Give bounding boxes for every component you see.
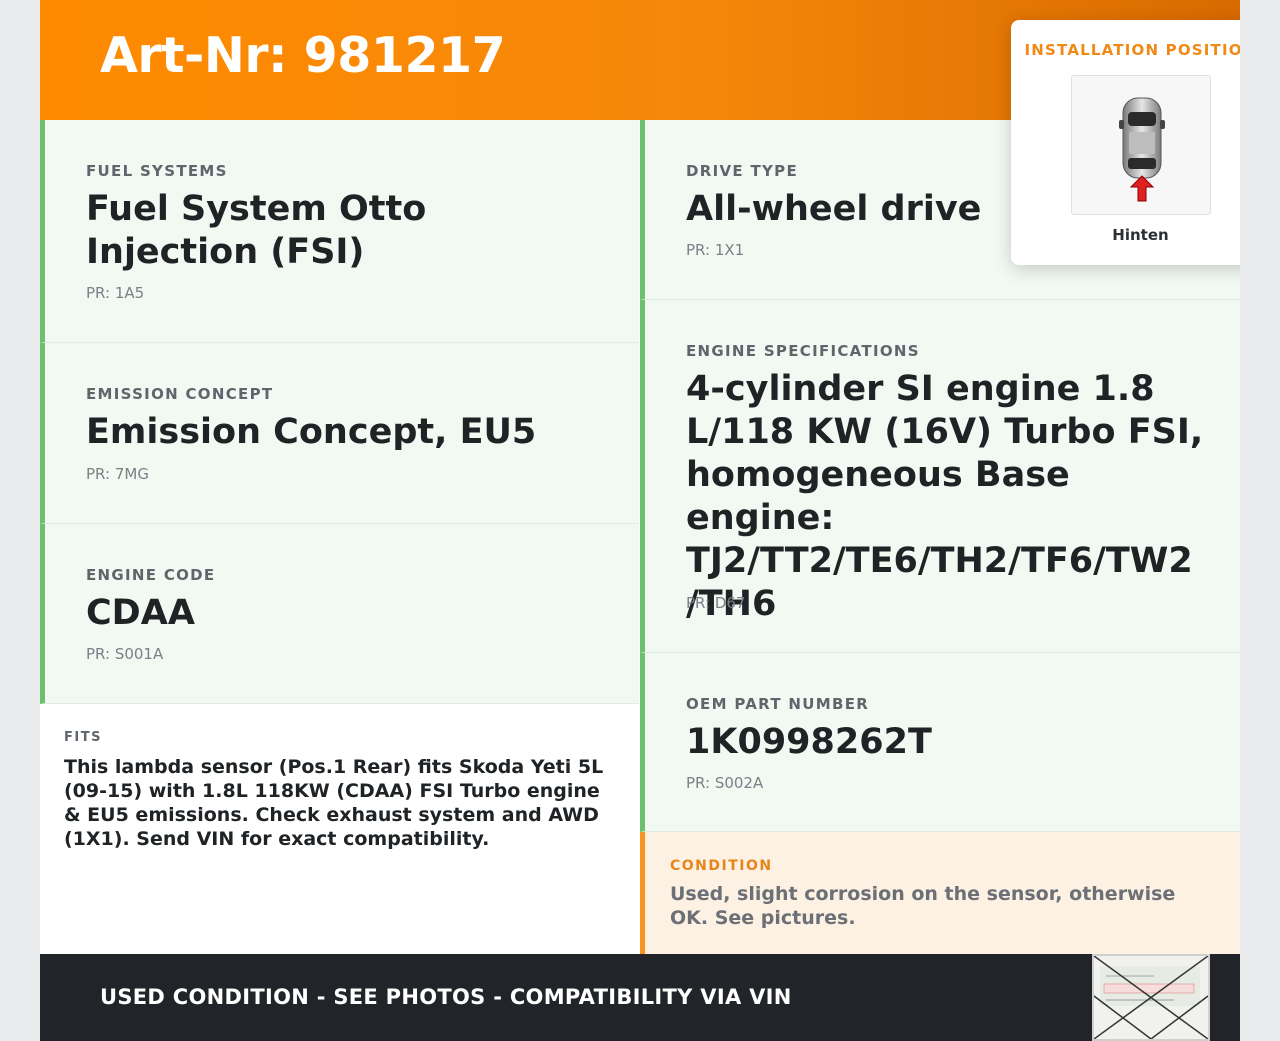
field-pr-code: PR: 1A5 <box>86 284 145 302</box>
engine-specifications-cell: ENGINE SPECIFICATIONS 4-cylinder SI engi… <box>640 300 1240 653</box>
installation-caption: Hinten <box>1112 226 1169 244</box>
field-value: CDAA <box>86 593 195 633</box>
field-value: Emission Concept, EU5 <box>86 412 537 452</box>
footer-bar: USED CONDITION - SEE PHOTOS - COMPATIBIL… <box>40 954 1240 1041</box>
field-pr-code: PR: S001A <box>86 645 164 663</box>
label-photo-thumbnail[interactable] <box>1092 954 1210 1041</box>
oem-part-number-cell: OEM PART NUMBER 1K0998262T PR: S002A <box>640 653 1240 832</box>
car-top-view-icon <box>1119 97 1165 202</box>
footer-notice: USED CONDITION - SEE PHOTOS - COMPATIBIL… <box>100 985 792 1009</box>
field-pr-code: PR: 7MG <box>86 465 149 483</box>
engine-code-cell: ENGINE CODE CDAA PR: S001A <box>40 524 639 704</box>
field-value: All-wheel drive <box>686 189 982 229</box>
installation-position-card: INSTALLATION POSITION Hinten <box>1011 20 1240 265</box>
field-label: ENGINE SPECIFICATIONS <box>686 342 920 360</box>
field-label: OEM PART NUMBER <box>686 695 870 713</box>
label-photo-image <box>1094 956 1208 1039</box>
field-value: 4-cylinder SI engine 1.8 L/118 KW (16V) … <box>686 369 1204 624</box>
emission-concept-cell: EMISSION CONCEPT Emission Concept, EU5 P… <box>40 343 639 524</box>
condition-label: CONDITION <box>670 858 773 874</box>
fits-label: FITS <box>64 730 102 745</box>
fits-section: FITS This lambda sensor (Pos.1 Rear) fit… <box>40 704 640 954</box>
field-pr-code: PR: S002A <box>686 774 764 792</box>
installation-title: INSTALLATION POSITION <box>1024 41 1240 59</box>
condition-text: Used, slight corrosion on the sensor, ot… <box>670 883 1176 929</box>
product-sheet: Art-Nr: 981217 FUEL SYSTEMS Fuel System … <box>40 0 1240 1041</box>
field-label: EMISSION CONCEPT <box>86 385 274 403</box>
field-label: ENGINE CODE <box>86 566 216 584</box>
field-label: DRIVE TYPE <box>686 162 798 180</box>
fuel-systems-cell: FUEL SYSTEMS Fuel System Otto Injection … <box>40 120 639 343</box>
article-number-title: Art-Nr: 981217 <box>100 27 506 84</box>
fits-text: This lambda sensor (Pos.1 Rear) fits Sko… <box>64 756 604 850</box>
field-value: 1K0998262T <box>686 722 932 762</box>
field-value: Fuel System Otto Injection (FSI) <box>86 189 427 272</box>
field-pr-code: PR: D67 <box>686 594 746 612</box>
field-pr-code: PR: 1X1 <box>686 241 745 259</box>
condition-section: CONDITION Used, slight corrosion on the … <box>640 832 1240 954</box>
field-label: FUEL SYSTEMS <box>86 162 228 180</box>
installation-image-box <box>1071 75 1211 215</box>
